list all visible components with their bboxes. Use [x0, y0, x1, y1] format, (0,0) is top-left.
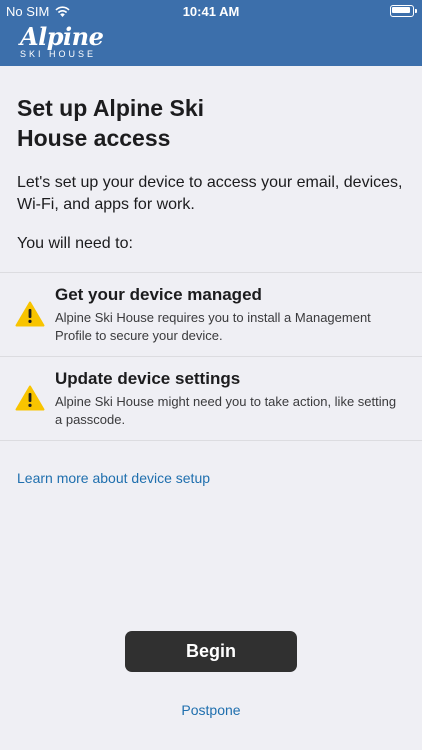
main-content: Set up Alpine Ski House access Let's set…: [0, 66, 422, 488]
learn-more-link[interactable]: Learn more about device setup: [17, 470, 210, 486]
warning-icon: [15, 385, 45, 411]
requirement-update-settings: Update device settings Alpine Ski House …: [0, 357, 422, 441]
postpone-link[interactable]: Postpone: [0, 702, 422, 718]
requirements-heading: You will need to:: [17, 235, 133, 252]
page-title: Set up Alpine Ski House access: [17, 95, 205, 151]
requirement-title: Update device settings: [55, 369, 241, 388]
status-bar: No SIM 10:41 AM: [0, 0, 422, 22]
warning-icon: [15, 301, 45, 327]
clock: 10:41 AM: [182, 4, 240, 19]
logo-subtitle: SKI HOUSE: [20, 49, 97, 59]
requirement-device-managed: Get your device managed Alpine Ski House…: [0, 273, 422, 357]
battery-icon: [390, 5, 417, 17]
company-logo: Alpine SKI HOUSE: [20, 22, 104, 60]
requirements-list: Get your device managed Alpine Ski House…: [0, 272, 422, 441]
requirement-description: Alpine Ski House might need you to take …: [55, 394, 397, 427]
begin-button[interactable]: Begin: [125, 631, 297, 672]
requirement-description: Alpine Ski House requires you to install…: [55, 310, 371, 343]
brand-header: Alpine SKI HOUSE: [0, 22, 422, 66]
logo-wordmark: Alpine: [20, 22, 104, 51]
requirement-title: Get your device managed: [55, 285, 262, 304]
intro-text: Let's set up your device to access your …: [17, 174, 403, 213]
